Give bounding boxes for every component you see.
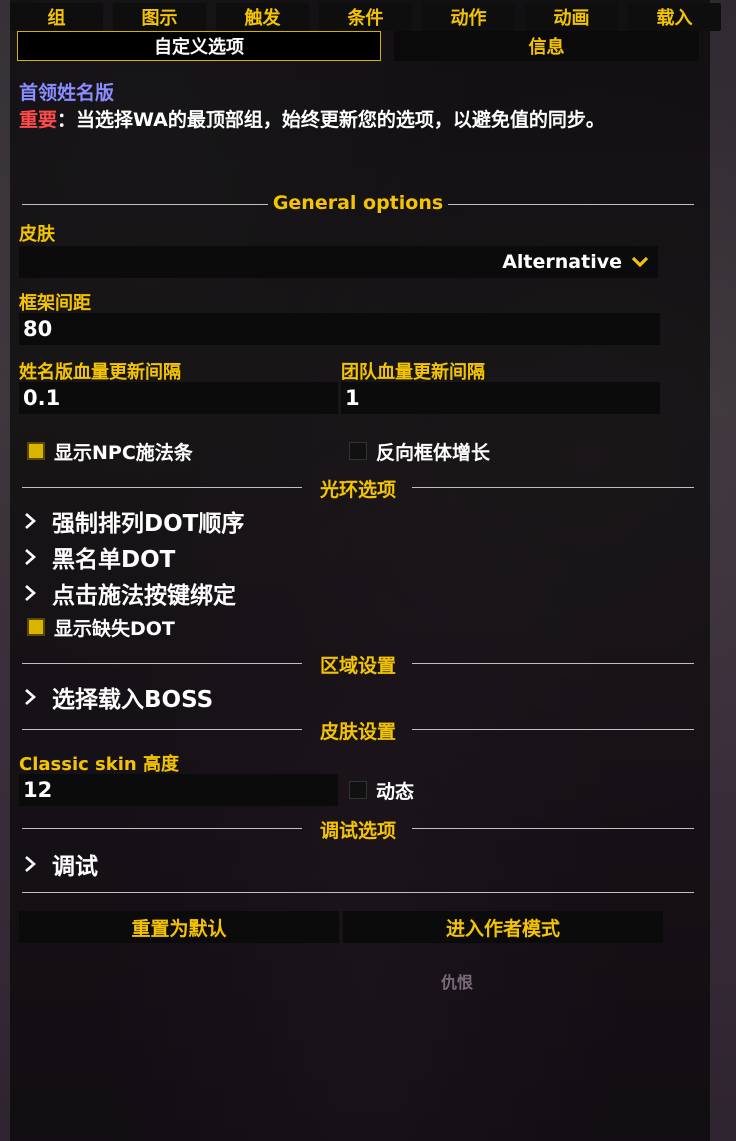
skin-label: 皮肤 bbox=[19, 224, 55, 245]
expander-select-boss[interactable]: 选择载入BOSS bbox=[22, 680, 213, 714]
show-missing-dot-label: 显示缺失DOT bbox=[54, 618, 175, 640]
section-debug: 调试选项 bbox=[22, 816, 694, 842]
skin-dropdown[interactable]: Alternative bbox=[19, 246, 658, 278]
tab-conditions[interactable]: 条件 bbox=[319, 3, 412, 31]
section-skin: 皮肤设置 bbox=[22, 717, 694, 743]
section-skin-label: 皮肤设置 bbox=[319, 721, 396, 743]
classic-height-label: Classic skin 高度 bbox=[19, 754, 179, 775]
warning-prefix: 重要 bbox=[19, 109, 58, 131]
bottom-divider bbox=[22, 892, 694, 893]
dynamic-label: 动态 bbox=[376, 781, 415, 803]
section-general: General options bbox=[22, 192, 694, 216]
frame-spacing-input[interactable]: 80 bbox=[19, 313, 660, 345]
dynamic-checkbox[interactable] bbox=[349, 781, 367, 799]
expander-click-cast-bindings[interactable]: 点击施法按键绑定 bbox=[22, 576, 236, 610]
author-mode-button[interactable]: 进入作者模式 bbox=[343, 911, 663, 943]
raid-update-input[interactable]: 1 bbox=[341, 382, 660, 414]
section-general-label: General options bbox=[272, 192, 444, 214]
raid-update-label: 团队血量更新间隔 bbox=[341, 362, 485, 383]
reset-default-button[interactable]: 重置为默认 bbox=[19, 911, 339, 943]
classic-height-input[interactable]: 12 bbox=[19, 774, 338, 806]
expander-dot-blacklist-label: 黑名单DOT bbox=[52, 547, 176, 573]
expander-dot-blacklist[interactable]: 黑名单DOT bbox=[22, 540, 175, 574]
expander-click-cast-bindings-label: 点击施法按键绑定 bbox=[52, 583, 236, 609]
top-tab-bar: 组 图示 触发 条件 动作 动画 载入 bbox=[10, 3, 721, 31]
chevron-down-icon bbox=[631, 256, 649, 268]
expander-select-boss-label: 选择载入BOSS bbox=[52, 687, 214, 713]
show-missing-dot-checkbox[interactable] bbox=[27, 618, 45, 636]
tab-group[interactable]: 组 bbox=[10, 3, 103, 31]
chevron-right-icon bbox=[25, 513, 36, 529]
npc-castbar-checkbox[interactable] bbox=[27, 442, 45, 460]
warning-text: ：当选择WA的最顶部组，始终更新您的选项，以避免值的同步。 bbox=[57, 109, 605, 131]
threat-label: 仇恨 bbox=[441, 973, 474, 992]
npc-castbar-label: 显示NPC施法条 bbox=[54, 442, 193, 464]
expander-debug[interactable]: 调试 bbox=[22, 847, 98, 881]
expander-dot-order[interactable]: 强制排列DOT顺序 bbox=[22, 504, 244, 538]
reverse-growth-checkbox[interactable] bbox=[349, 442, 367, 460]
reverse-growth-label: 反向框体增长 bbox=[376, 442, 491, 464]
chevron-right-icon bbox=[25, 585, 36, 601]
warning-message: 重要：当选择WA的最顶部组，始终更新您的选项，以避免值的同步。 bbox=[19, 106, 659, 135]
tab-custom-options[interactable]: 自定义选项 bbox=[17, 31, 381, 61]
chevron-right-icon bbox=[25, 856, 36, 872]
nameplate-update-label: 姓名版血量更新间隔 bbox=[19, 362, 181, 383]
nameplate-update-input[interactable]: 0.1 bbox=[19, 382, 338, 414]
tab-actions[interactable]: 动作 bbox=[422, 3, 515, 31]
expander-dot-order-label: 强制排列DOT顺序 bbox=[52, 511, 245, 537]
tab-display[interactable]: 图示 bbox=[113, 3, 206, 31]
tab-information[interactable]: 信息 bbox=[394, 31, 699, 61]
skin-dropdown-value: Alternative bbox=[502, 251, 622, 273]
page-title: 首领姓名版 bbox=[19, 82, 115, 104]
tab-animation[interactable]: 动画 bbox=[525, 3, 618, 31]
chevron-right-icon bbox=[25, 549, 36, 565]
section-debug-label: 调试选项 bbox=[319, 820, 396, 842]
section-zone-label: 区域设置 bbox=[319, 655, 396, 677]
section-aura-label: 光环选项 bbox=[319, 479, 396, 501]
expander-debug-label: 调试 bbox=[52, 854, 98, 880]
tab-trigger[interactable]: 触发 bbox=[216, 3, 309, 31]
chevron-right-icon bbox=[25, 689, 36, 705]
section-zone: 区域设置 bbox=[22, 651, 694, 677]
section-aura: 光环选项 bbox=[22, 475, 694, 501]
tab-load[interactable]: 载入 bbox=[628, 3, 721, 31]
frame-spacing-label: 框架间距 bbox=[19, 293, 91, 314]
